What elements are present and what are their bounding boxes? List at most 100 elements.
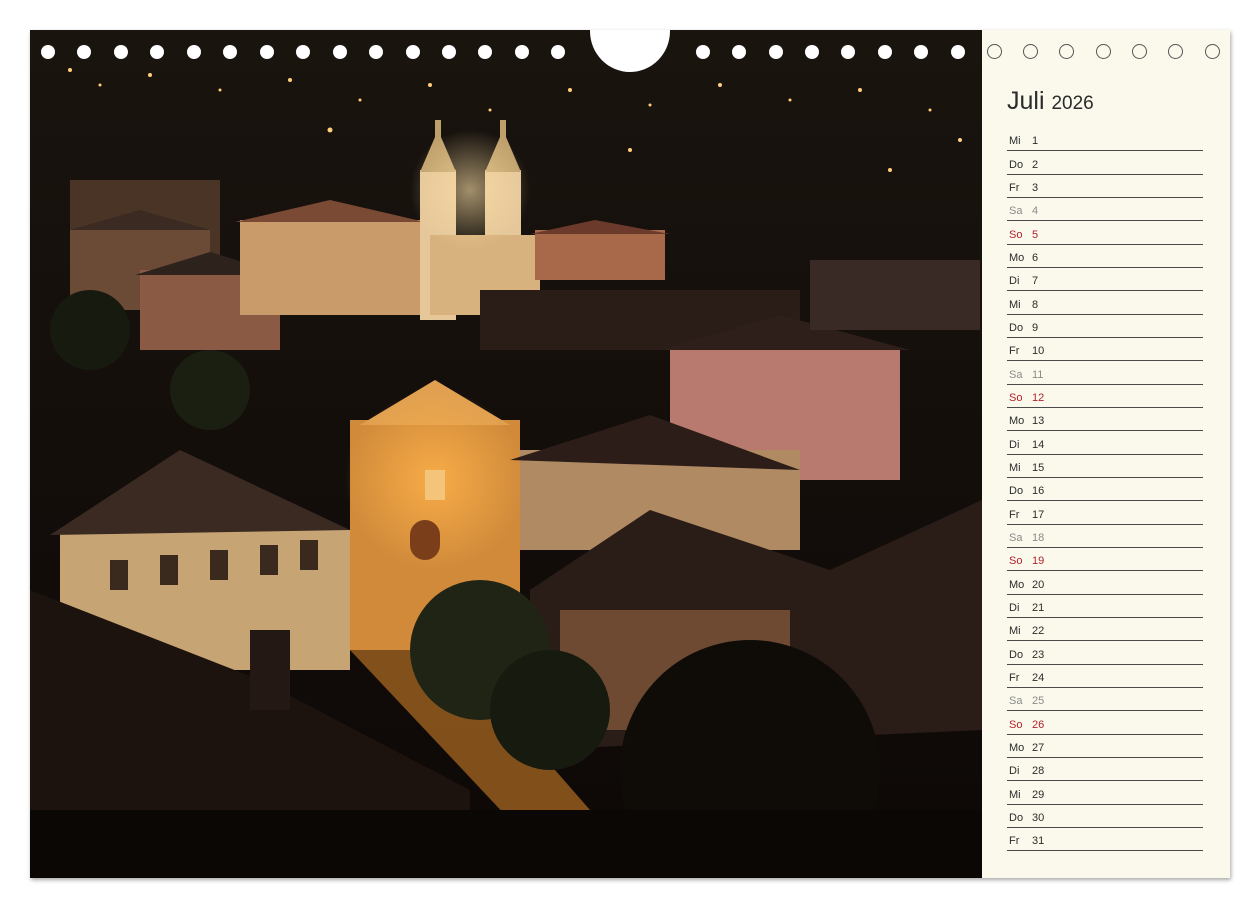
weekday-label: Do [1009, 321, 1024, 334]
weekday-label: Mi [1009, 788, 1021, 801]
weekday-label: So [1009, 228, 1023, 241]
day-row: Mo 13 [1007, 408, 1203, 432]
day-number: 27 [1032, 741, 1045, 754]
weekday-label: Fr [1009, 671, 1020, 684]
day-row: Di 7 [1007, 268, 1203, 292]
day-number: 1 [1032, 135, 1039, 148]
weekday-label: Sa [1009, 531, 1023, 544]
day-row: Do 9 [1007, 315, 1203, 338]
weekday-label: Do [1009, 485, 1024, 498]
day-row: Mi 15 [1007, 455, 1203, 478]
day-number: 30 [1032, 811, 1045, 824]
calendar-page: Juli 2026 Mi 1 Do 2 Fr 3 Sa 4 So 5 Mo 6 Di 7 Mi 8 Do 9 Fr 1… [30, 30, 1230, 878]
weekday-label: Fr [1009, 345, 1020, 358]
weekday-label: Mo [1009, 578, 1025, 591]
day-number: 28 [1032, 765, 1045, 778]
weekday-label: Do [1009, 158, 1024, 171]
day-number: 5 [1032, 228, 1039, 241]
weekday-label: Di [1009, 601, 1020, 614]
day-number: 9 [1032, 321, 1039, 334]
day-number: 17 [1032, 508, 1045, 521]
day-number: 4 [1032, 205, 1039, 218]
weekday-label: Di [1009, 438, 1020, 451]
day-number: 3 [1032, 181, 1039, 194]
weekday-label: Mo [1009, 415, 1025, 428]
day-row: Mo 27 [1007, 735, 1203, 758]
day-number: 14 [1032, 438, 1045, 451]
day-row: Do 23 [1007, 641, 1203, 665]
day-row: Di 14 [1007, 431, 1203, 455]
day-number: 8 [1032, 298, 1039, 311]
weekday-label: Fr [1009, 508, 1020, 521]
weekday-label: Do [1009, 811, 1024, 824]
day-number: 24 [1032, 671, 1045, 684]
day-number: 13 [1032, 415, 1045, 428]
day-row: Fr 31 [1007, 828, 1203, 852]
day-number: 2 [1032, 158, 1039, 171]
day-number: 6 [1032, 251, 1039, 264]
day-row: Sa 18 [1007, 525, 1203, 548]
day-row: Fr 17 [1007, 501, 1203, 525]
day-number: 10 [1032, 345, 1045, 358]
weekday-label: Mi [1009, 135, 1021, 148]
weekday-label: Do [1009, 648, 1024, 661]
day-number: 16 [1032, 485, 1045, 498]
day-number: 20 [1032, 578, 1045, 591]
weekday-label: Sa [1009, 205, 1023, 218]
day-row: So 19 [1007, 548, 1203, 572]
weekday-label: Fr [1009, 181, 1020, 194]
day-row: Do 2 [1007, 151, 1203, 175]
day-number: 21 [1032, 601, 1045, 614]
day-row: Mo 6 [1007, 245, 1203, 268]
weekday-label: So [1009, 391, 1023, 404]
month-title: Juli 2026 [1007, 87, 1094, 116]
day-row: Sa 4 [1007, 198, 1203, 222]
day-row: Di 28 [1007, 758, 1203, 782]
day-number: 22 [1032, 625, 1045, 638]
weekday-label: So [1009, 555, 1023, 568]
weekday-label: Mo [1009, 741, 1025, 754]
day-row: Mi 1 [1007, 128, 1203, 152]
weekday-label: Mi [1009, 298, 1021, 311]
day-number: 19 [1032, 555, 1045, 568]
weekday-label: Sa [1009, 695, 1023, 708]
weekday-label: Di [1009, 275, 1020, 288]
day-row: Mo 20 [1007, 571, 1203, 595]
day-row: Sa 25 [1007, 688, 1203, 712]
weekday-label: Mo [1009, 251, 1025, 264]
weekday-label: So [1009, 718, 1023, 731]
month-name: Juli [1007, 87, 1045, 115]
day-number: 23 [1032, 648, 1045, 661]
day-number: 29 [1032, 788, 1045, 801]
day-row: Do 30 [1007, 805, 1203, 828]
weekday-label: Sa [1009, 368, 1023, 381]
day-row: So 26 [1007, 711, 1203, 735]
weekday-label: Di [1009, 765, 1020, 778]
weekday-label: Fr [1009, 835, 1020, 848]
day-number: 11 [1032, 368, 1044, 381]
day-row: Fr 10 [1007, 338, 1203, 362]
day-row: Di 21 [1007, 595, 1203, 618]
day-row: Fr 3 [1007, 175, 1203, 198]
day-number: 12 [1032, 391, 1045, 404]
day-row: Mi 29 [1007, 781, 1203, 805]
day-list: Mi 1 Do 2 Fr 3 Sa 4 So 5 Mo 6 Di 7 Mi 8 Do 9 Fr 10 Sa 11 So 12 M… [1007, 128, 1203, 852]
night-city-photo [30, 30, 982, 878]
day-number: 26 [1032, 718, 1045, 731]
day-row: So 12 [1007, 385, 1203, 408]
day-number: 31 [1032, 835, 1045, 848]
day-number: 25 [1032, 695, 1045, 708]
day-number: 18 [1032, 531, 1045, 544]
day-row: Mi 8 [1007, 291, 1203, 315]
day-number: 7 [1032, 275, 1039, 288]
weekday-label: Mi [1009, 625, 1021, 638]
year-label: 2026 [1051, 93, 1094, 114]
day-row: Fr 24 [1007, 665, 1203, 688]
day-row: Mi 22 [1007, 618, 1203, 642]
day-number: 15 [1032, 461, 1045, 474]
day-row: Sa 11 [1007, 361, 1203, 385]
calendar-sidebar: Juli 2026 Mi 1 Do 2 Fr 3 Sa 4 So 5 Mo 6 Di 7 Mi 8 Do 9 Fr 1… [982, 30, 1230, 878]
weekday-label: Mi [1009, 461, 1021, 474]
day-row: So 5 [1007, 221, 1203, 245]
day-row: Do 16 [1007, 478, 1203, 502]
